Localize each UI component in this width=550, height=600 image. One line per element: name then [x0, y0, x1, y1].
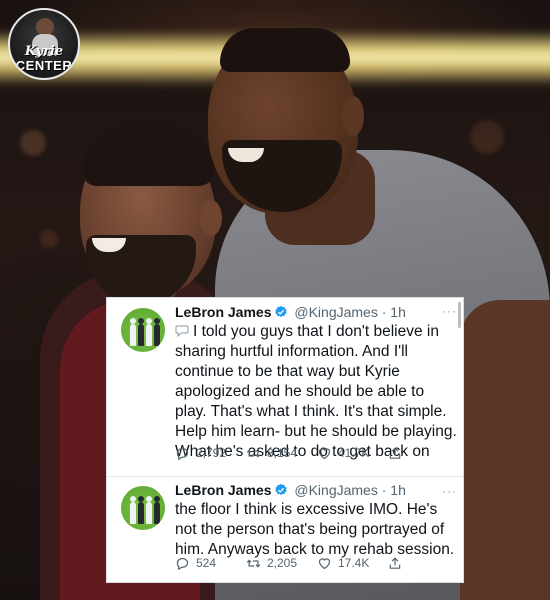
reply-icon — [176, 447, 189, 460]
right-player-hair — [220, 28, 350, 72]
separator-dot: · — [381, 482, 387, 498]
tweet-text: the floor I think is excessive IMO. He's… — [175, 500, 457, 560]
retweet-count: 2,205 — [267, 556, 298, 570]
channel-logo: Kyrie CENTER — [8, 8, 80, 80]
reply-button[interactable]: 524 — [175, 556, 246, 571]
share-button[interactable] — [388, 446, 408, 461]
right-player-arm — [460, 300, 550, 600]
like-icon — [318, 557, 331, 569]
left-player-ear — [200, 200, 222, 236]
tweet[interactable]: LeBron James @KingJames · 1h ··· the flo… — [107, 478, 463, 582]
tweet-body: I told you guys that I don't believe in … — [175, 323, 457, 460]
tweet-body: the floor I think is excessive IMO. He's… — [175, 501, 455, 558]
retweet-button[interactable]: 2,205 — [246, 556, 317, 571]
avatar-figure — [146, 496, 152, 524]
reply-button[interactable]: 2,792 — [175, 446, 246, 461]
avatar-figure — [138, 318, 144, 346]
left-player-hair — [82, 126, 214, 186]
more-options-icon[interactable]: ··· — [442, 304, 457, 318]
share-button[interactable] — [388, 556, 408, 571]
avatar-figure — [154, 496, 160, 524]
tweet-timestamp[interactable]: 1h — [390, 482, 406, 498]
tweet-header: LeBron James @KingJames · 1h — [175, 304, 453, 322]
avatar-figure — [146, 318, 152, 346]
logo-text-line1: Kyrie — [24, 44, 64, 59]
user-avatar[interactable] — [121, 486, 165, 530]
bokeh-light — [20, 130, 46, 156]
like-button[interactable]: 17.4K — [317, 556, 388, 571]
reply-count: 2,792 — [196, 446, 227, 460]
tweet-text: I told you guys that I don't believe in … — [175, 322, 457, 462]
speech-bubble-icon — [175, 325, 189, 337]
verified-badge-icon — [275, 483, 288, 496]
right-player-ear — [342, 96, 364, 136]
share-icon — [389, 446, 401, 459]
tweet-actions: 524 2,205 17.4K — [175, 554, 408, 572]
like-icon — [318, 447, 331, 459]
reply-icon — [176, 557, 189, 570]
tweet-header: LeBron James @KingJames · 1h — [175, 482, 453, 500]
tweet[interactable]: LeBron James @KingJames · 1h ··· I told … — [107, 298, 463, 476]
retweet-count: 8,154 — [267, 446, 298, 460]
avatar-figure — [130, 496, 136, 524]
user-display-name[interactable]: LeBron James — [175, 304, 271, 320]
share-icon — [389, 556, 401, 569]
tweet-divider — [107, 476, 463, 477]
separator-dot: · — [381, 304, 387, 320]
like-button[interactable]: 41.7K — [317, 446, 388, 461]
retweet-icon — [246, 448, 261, 458]
tweet-timestamp[interactable]: 1h — [390, 304, 406, 320]
user-display-name[interactable]: LeBron James — [175, 482, 271, 498]
more-options-icon[interactable]: ··· — [442, 484, 457, 498]
like-count: 17.4K — [338, 556, 370, 570]
user-avatar[interactable] — [121, 308, 165, 352]
reply-count: 524 — [196, 556, 217, 570]
tweet-actions: 2,792 8,154 41.7K — [175, 444, 408, 462]
avatar-figure — [130, 318, 136, 346]
bokeh-light — [470, 120, 504, 154]
avatar-figure — [138, 496, 144, 524]
like-count: 41.7K — [338, 446, 370, 460]
verified-badge-icon — [275, 305, 288, 318]
logo-text-line2: CENTER — [15, 58, 73, 73]
bokeh-light — [40, 230, 58, 248]
user-handle[interactable]: @KingJames — [294, 482, 377, 498]
retweet-button[interactable]: 8,154 — [246, 446, 317, 461]
tweet-screenshot-card: LeBron James @KingJames · 1h ··· I told … — [107, 298, 463, 582]
avatar-figure — [154, 318, 160, 346]
retweet-icon — [246, 558, 261, 568]
user-handle[interactable]: @KingJames — [294, 304, 377, 320]
